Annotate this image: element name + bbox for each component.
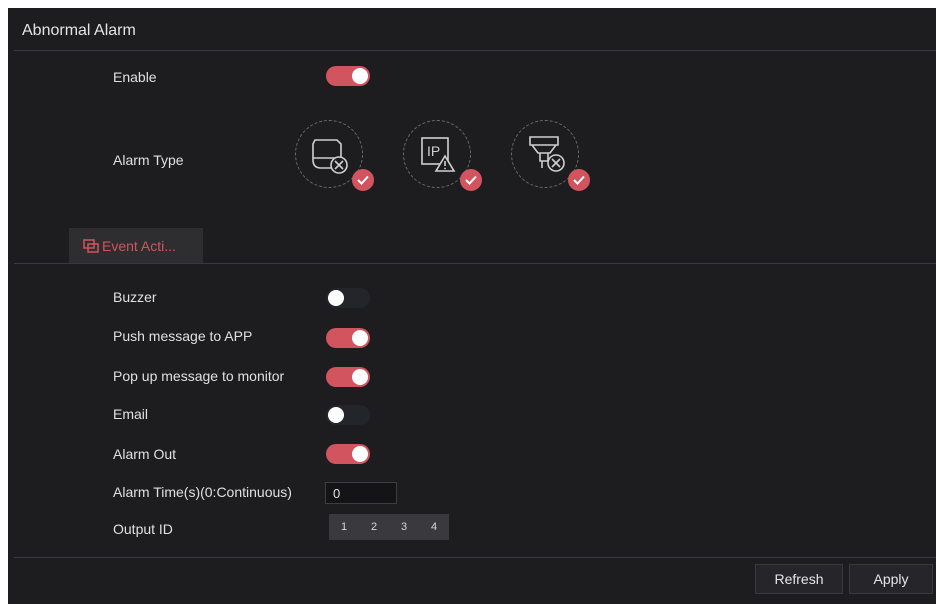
buzzer-toggle[interactable] <box>326 288 370 308</box>
push-app-toggle[interactable] <box>326 328 370 348</box>
tab-label: Event Acti... <box>102 238 176 254</box>
enable-label: Enable <box>113 69 157 85</box>
enable-toggle[interactable] <box>326 66 370 86</box>
alarm-time-input[interactable]: 0 <box>325 482 397 504</box>
tab-event-action[interactable]: Event Acti... <box>69 228 203 263</box>
apply-button[interactable]: Apply <box>849 564 933 594</box>
output-id-label: Output ID <box>113 521 173 537</box>
output-id-1[interactable]: 1 <box>329 514 359 540</box>
event-action-icon <box>83 239 99 253</box>
alarm-time-label: Alarm Time(s)(0:Continuous) <box>113 484 292 500</box>
alarm-out-label: Alarm Out <box>113 446 177 462</box>
abnormal-alarm-panel: Abnormal Alarm Enable Alarm Type IP Even… <box>8 8 936 604</box>
check-icon <box>352 169 374 191</box>
output-id-group: 1 2 3 4 <box>329 514 449 540</box>
footer-divider <box>14 557 936 558</box>
hdd-error-option[interactable] <box>295 120 374 191</box>
title-divider <box>14 50 936 51</box>
alarm-out-toggle[interactable] <box>326 444 370 464</box>
output-id-2[interactable]: 2 <box>359 514 389 540</box>
popup-monitor-toggle[interactable] <box>326 367 370 387</box>
email-toggle[interactable] <box>326 405 370 425</box>
ip-conflict-option[interactable]: IP <box>403 120 482 191</box>
check-icon <box>460 169 482 191</box>
page-title: Abnormal Alarm <box>22 22 136 39</box>
alarm-type-label: Alarm Type <box>113 152 184 168</box>
popup-monitor-label: Pop up message to monitor <box>113 368 285 384</box>
network-disconnected-option[interactable] <box>511 120 590 191</box>
email-label: Email <box>113 406 149 422</box>
check-icon <box>568 169 590 191</box>
push-app-label: Push message to APP <box>113 328 253 344</box>
buzzer-label: Buzzer <box>113 289 157 305</box>
tab-divider <box>14 263 936 264</box>
output-id-4[interactable]: 4 <box>419 514 449 540</box>
refresh-button[interactable]: Refresh <box>755 564 843 594</box>
svg-text:IP: IP <box>427 143 440 159</box>
output-id-3[interactable]: 3 <box>389 514 419 540</box>
